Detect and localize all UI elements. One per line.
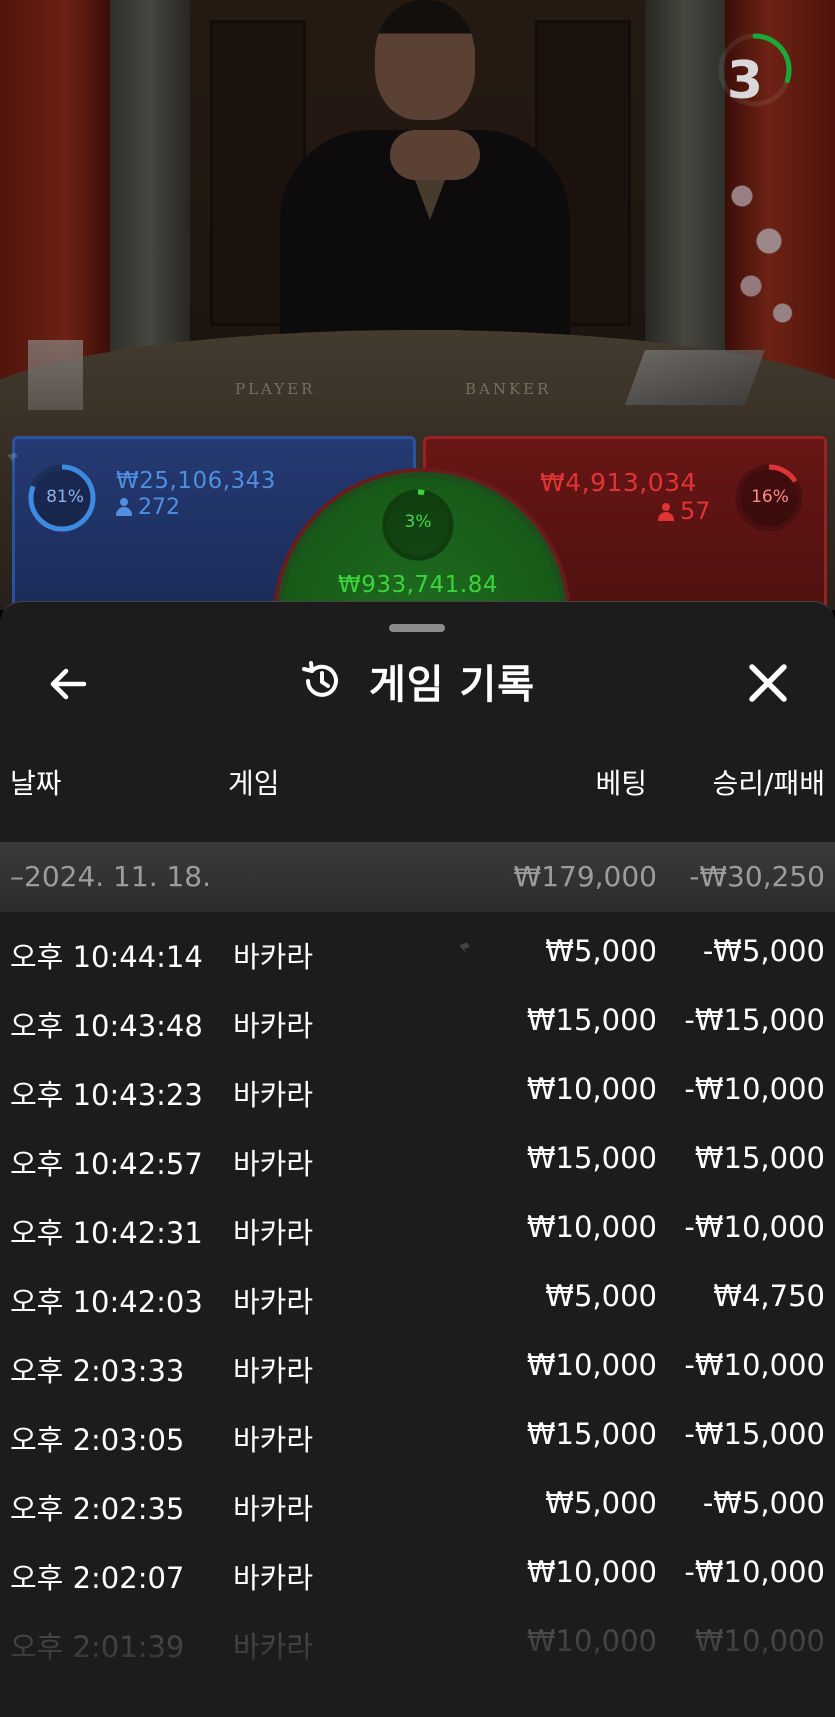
history-row[interactable]: 오후 2:02:07 바카라 ₩10,000 -₩10,000 — [0, 1541, 835, 1610]
date-group-win-loss-total: -₩30,250 — [689, 860, 825, 893]
game-history-sheet: 게임 기록 날짜 게임 베팅 승리/패배 –2024. 11. 18. ₩179… — [0, 601, 835, 1717]
row-bet: ₩5,000 — [545, 1486, 657, 1520]
column-header-game: 게임 — [228, 767, 280, 800]
history-list: 오후 10:44:14 바카라 ₩5,000 -₩5,000 오후 10:43:48 바카… — [0, 920, 835, 1679]
column-header-bet: 베팅 — [595, 767, 647, 800]
person-icon — [116, 498, 132, 516]
person-icon — [658, 503, 674, 521]
player-bettor-count: 272 — [116, 495, 180, 520]
row-win-loss: -₩5,000 — [702, 1486, 825, 1520]
row-bet: ₩10,000 — [526, 1348, 657, 1382]
history-row[interactable]: 오후 2:02:35 바카라 ₩5,000 -₩5,000 — [0, 1472, 835, 1541]
row-time: 오후 10:43:23 — [10, 1078, 203, 1112]
row-time: 오후 10:44:14 — [10, 940, 203, 974]
row-win-loss: -₩15,000 — [684, 1417, 825, 1451]
history-row[interactable]: 오후 2:03:33 바카라 ₩10,000 -₩10,000 — [0, 1334, 835, 1403]
row-bet: ₩5,000 — [545, 934, 657, 968]
row-win-loss: -₩15,000 — [684, 1003, 825, 1037]
row-time: 오후 10:42:03 — [10, 1285, 203, 1319]
row-game: 바카라 — [233, 1285, 314, 1319]
banker-count-value: 57 — [680, 497, 711, 525]
row-bet: ₩10,000 — [526, 1072, 657, 1106]
date-group-bet-total: ₩179,000 — [513, 860, 657, 893]
close-icon[interactable] — [742, 657, 794, 709]
row-win-loss: ₩15,000 — [694, 1141, 825, 1175]
banker-total-amount: ₩4,913,034 — [540, 468, 697, 497]
banker-bettor-count: 57 — [658, 497, 711, 525]
history-row[interactable]: 오후 10:43:23 바카라 ₩10,000 -₩10,000 — [0, 1058, 835, 1127]
column-header-date: 날짜 — [10, 767, 62, 800]
column-header-win-loss: 승리/패배 — [712, 767, 825, 800]
row-game: 바카라 — [233, 1561, 314, 1595]
row-win-loss: ₩4,750 — [713, 1279, 825, 1313]
sheet-header: 게임 기록 — [0, 652, 835, 710]
row-game: 바카라 — [233, 1009, 314, 1043]
row-time: 오후 10:43:48 — [10, 1009, 203, 1043]
drag-handle[interactable] — [389, 624, 445, 632]
player-count-value: 272 — [138, 495, 180, 520]
row-bet: ₩15,000 — [526, 1003, 657, 1037]
history-row[interactable]: 오후 10:42:03 바카라 ₩5,000 ₩4,750 — [0, 1265, 835, 1334]
row-win-loss: -₩10,000 — [684, 1072, 825, 1106]
tie-total-amount: ₩933,741.84 — [338, 572, 498, 598]
row-win-loss: -₩10,000 — [684, 1555, 825, 1589]
sheet-title: 게임 기록 — [368, 662, 536, 708]
banker-percent: 16% — [751, 487, 789, 507]
countdown-number: 3 — [726, 51, 764, 111]
row-game: 바카라 — [233, 1078, 314, 1112]
row-bet: ₩15,000 — [526, 1417, 657, 1451]
row-time: 오후 10:42:31 — [10, 1216, 203, 1250]
row-win-loss: -₩10,000 — [684, 1210, 825, 1244]
row-game: 바카라 — [233, 1492, 314, 1526]
player-percent: 81% — [46, 487, 84, 507]
history-clock-icon — [301, 661, 338, 697]
row-bet: ₩15,000 — [526, 1141, 657, 1175]
row-game: 바카라 — [233, 1354, 314, 1388]
history-row[interactable]: 오후 10:43:48 바카라 ₩15,000 -₩15,000 — [0, 989, 835, 1058]
row-bet: ₩10,000 — [526, 1555, 657, 1589]
row-time: 오후 10:42:57 — [10, 1147, 203, 1181]
row-win-loss: -₩10,000 — [684, 1348, 825, 1382]
row-game: 바카라 — [233, 940, 314, 974]
row-time: 오후 2:03:05 — [10, 1423, 185, 1457]
date-group-row[interactable]: –2024. 11. 18. ₩179,000 -₩30,250 — [0, 842, 835, 912]
row-time: 오후 2:02:07 — [10, 1561, 185, 1595]
row-win-loss: -₩5,000 — [702, 934, 825, 968]
player-total-amount: ₩25,106,343 — [116, 468, 276, 494]
row-time: 오후 2:02:35 — [10, 1492, 185, 1526]
history-row[interactable]: 오후 10:42:57 바카라 ₩15,000 ₩15,000 — [0, 1127, 835, 1196]
row-bet: ₩5,000 — [545, 1279, 657, 1313]
row-bet: ₩10,000 — [526, 1210, 657, 1244]
row-game: 바카라 — [233, 1423, 314, 1457]
history-row[interactable]: 오후 2:03:05 바카라 ₩15,000 -₩15,000 — [0, 1403, 835, 1472]
history-row[interactable]: 오후 10:44:14 바카라 ₩5,000 -₩5,000 — [0, 920, 835, 989]
date-group-date: –2024. 11. 18. — [10, 860, 212, 893]
list-fade — [0, 1602, 835, 1717]
tie-percent: 3% — [404, 512, 432, 532]
row-time: 오후 2:03:33 — [10, 1354, 185, 1388]
row-game: 바카라 — [233, 1216, 314, 1250]
history-row[interactable]: 오후 10:42:31 바카라 ₩10,000 -₩10,000 — [0, 1196, 835, 1265]
row-game: 바카라 — [233, 1147, 314, 1181]
